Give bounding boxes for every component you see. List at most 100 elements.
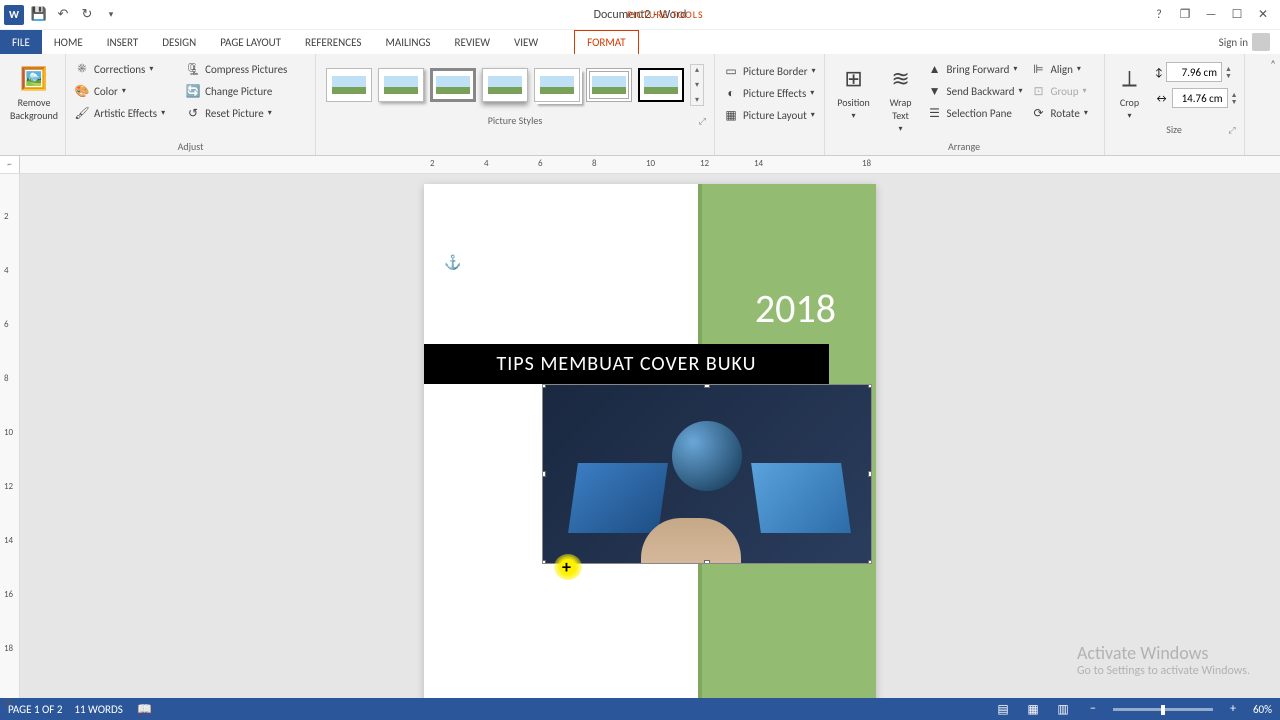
rotate-button[interactable]: ⟳Rotate▾ [1029, 102, 1090, 124]
change-icon: 🔄 [185, 83, 201, 99]
status-words[interactable]: 11 WORDS [74, 703, 122, 716]
spelling-icon[interactable]: 📖 [135, 701, 155, 717]
signin-label: Sign in [1219, 36, 1248, 49]
height-spinner[interactable]: ▲▼ [1225, 65, 1232, 79]
picture-style-2[interactable] [378, 68, 424, 102]
picture-style-5[interactable] [534, 68, 580, 102]
zoom-out-button[interactable]: − [1083, 701, 1103, 717]
compress-pictures-button[interactable]: 🗜Compress Pictures [183, 58, 289, 80]
color-button[interactable]: 🎨Color▾ [72, 80, 167, 102]
maximize-button[interactable]: ☐ [1228, 6, 1246, 24]
undo-button[interactable]: ↶ [54, 6, 72, 24]
tab-review[interactable]: REVIEW [442, 30, 502, 54]
resize-handle-e[interactable] [868, 471, 872, 477]
zoom-slider[interactable] [1113, 708, 1213, 711]
resize-handle-nw[interactable] [542, 384, 546, 388]
brightness-icon: ☀ [74, 61, 90, 77]
picture-effects-button[interactable]: ◐Picture Effects▾ [721, 82, 818, 104]
anchor-icon: ⚓ [444, 254, 461, 271]
change-picture-button[interactable]: 🔄Change Picture [183, 80, 289, 102]
border-icon: ▭ [723, 63, 739, 79]
zoom-in-button[interactable]: + [1223, 701, 1243, 717]
document-area: 2468101214161820 2018 ⚓ TIPS MEMBUAT COV… [0, 174, 1280, 698]
picture-style-1[interactable] [326, 68, 372, 102]
minimize-button[interactable]: — [1202, 6, 1220, 24]
page-viewport[interactable]: 2018 ⚓ TIPS MEMBUAT COVER BUKU Activate … [20, 174, 1280, 698]
send-backward-button[interactable]: ▼Send Backward▾ [925, 80, 1025, 102]
artistic-effects-button[interactable]: 🖌Artistic Effects▾ [72, 102, 167, 124]
position-icon: ⊞ [838, 62, 870, 94]
view-print-layout[interactable]: ▦ [1023, 701, 1043, 717]
height-icon: ↕ [1154, 66, 1163, 79]
position-button[interactable]: ⊞ Position▾ [831, 58, 877, 134]
gallery-scroll[interactable]: ▴▾▾ [690, 64, 704, 106]
rotate-icon: ⟳ [1031, 105, 1047, 121]
zoom-level[interactable]: 60% [1253, 703, 1272, 716]
group-label-adjust: Adjust [72, 138, 309, 155]
tab-design[interactable]: DESIGN [150, 30, 208, 54]
wrap-text-button[interactable]: ≋ Wrap Text▾ [881, 58, 921, 134]
remove-background-button[interactable]: 🖼️ Remove Background [6, 58, 62, 122]
tab-file[interactable]: FILE [0, 30, 42, 54]
picture-style-7[interactable] [638, 68, 684, 102]
bring-forward-button[interactable]: ▲Bring Forward▾ [925, 58, 1025, 80]
tab-page-layout[interactable]: PAGE LAYOUT [208, 30, 293, 54]
picture-styles-launcher[interactable]: ⤢ [699, 116, 706, 127]
crop-button[interactable]: ⟂ Crop▾ [1111, 58, 1149, 121]
document-title-bar: TIPS MEMBUAT COVER BUKU [424, 344, 829, 384]
reset-picture-button[interactable]: ↺Reset Picture▾ [183, 102, 289, 124]
tab-view[interactable]: VIEW [502, 30, 550, 54]
picture-border-button[interactable]: ▭Picture Border▾ [721, 60, 818, 82]
tab-home[interactable]: HOME [42, 30, 95, 54]
save-button[interactable]: 💾 [30, 6, 48, 24]
picture-style-4[interactable] [482, 68, 528, 102]
crop-icon: ⟂ [1113, 62, 1145, 94]
resize-handle-se[interactable] [868, 560, 872, 564]
selection-pane-button[interactable]: ☰Selection Pane [925, 102, 1025, 124]
picture-style-3[interactable] [430, 68, 476, 102]
view-read-mode[interactable]: ▤ [993, 701, 1013, 717]
picture-effects-icon: ◐ [723, 85, 739, 101]
tab-mailings[interactable]: MAILINGS [373, 30, 442, 54]
selected-picture[interactable] [542, 384, 872, 564]
resize-handle-n[interactable] [704, 384, 710, 388]
resize-handle-sw[interactable] [542, 560, 546, 564]
view-web-layout[interactable]: ▥ [1053, 701, 1073, 717]
ribbon: 🖼️ Remove Background ☀Corrections▾ 🎨Colo… [0, 54, 1280, 156]
width-input[interactable] [1172, 88, 1228, 108]
color-icon: 🎨 [74, 83, 90, 99]
corrections-button[interactable]: ☀Corrections▾ [72, 58, 167, 80]
status-page[interactable]: PAGE 1 OF 2 [8, 703, 62, 716]
close-button[interactable]: ✕ [1254, 6, 1272, 24]
height-input[interactable] [1166, 62, 1222, 82]
ruler-corner: ⌐ [0, 156, 20, 173]
context-tab-label: PICTURE TOOLS [627, 8, 704, 21]
size-launcher[interactable]: ⤢ [1228, 125, 1235, 136]
resize-handle-s[interactable] [704, 560, 710, 564]
tab-insert[interactable]: INSERT [95, 30, 151, 54]
group-label-picture-styles: Picture Styles [322, 112, 708, 129]
ribbon-options-button[interactable]: ❐ [1176, 6, 1194, 24]
align-button[interactable]: ⊫Align▾ [1029, 58, 1090, 80]
resize-handle-w[interactable] [542, 471, 546, 477]
zoom-thumb[interactable] [1161, 705, 1165, 715]
group-label-arrange: Arrange [831, 138, 1098, 155]
picture-layout-button[interactable]: ▦Picture Layout▾ [721, 104, 818, 126]
group-button: ⊡Group▾ [1029, 80, 1090, 102]
width-icon: ↔ [1154, 92, 1168, 105]
selection-icon: ☰ [927, 105, 943, 121]
signin-button[interactable]: Sign in [1209, 30, 1280, 54]
compress-icon: 🗜 [185, 61, 201, 77]
ruler-horizontal: ⌐ 246810121418 [0, 156, 1280, 174]
width-spinner[interactable]: ▲▼ [1231, 91, 1238, 105]
tab-format[interactable]: FORMAT [574, 30, 638, 54]
year-text: 2018 [755, 284, 836, 333]
tab-references[interactable]: REFERENCES [293, 30, 373, 54]
resize-handle-ne[interactable] [868, 384, 872, 388]
redo-button[interactable]: ↻ [78, 6, 96, 24]
collapse-ribbon-button[interactable]: ˄ [1270, 58, 1276, 71]
cursor-highlight [554, 554, 582, 580]
picture-style-6[interactable] [586, 68, 632, 102]
qat-customize[interactable]: ▾ [102, 6, 120, 24]
help-button[interactable]: ? [1150, 6, 1168, 24]
